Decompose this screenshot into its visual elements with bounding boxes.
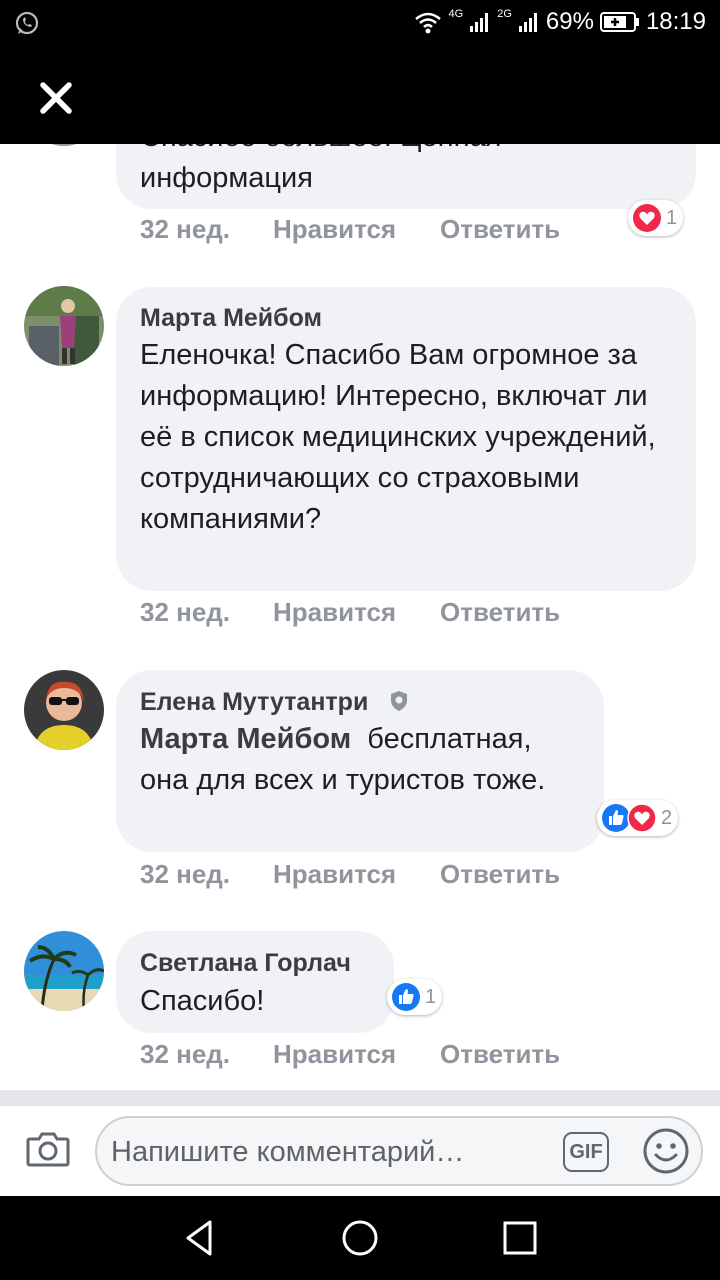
like-button[interactable]: Нравится <box>273 859 396 890</box>
gif-label: GIF <box>569 1140 603 1163</box>
clock: 18:19 <box>645 8 706 35</box>
comment-text: Спасибо! <box>140 985 265 1017</box>
reaction-summary[interactable]: 1 <box>387 979 443 1015</box>
like-button[interactable]: Нравится <box>273 1039 396 1070</box>
camera-icon[interactable] <box>26 1130 70 1168</box>
system-nav-bar <box>0 1196 720 1280</box>
back-icon[interactable] <box>182 1218 218 1258</box>
comment-input-placeholder: Напишите комментарий… <box>111 1136 465 1168</box>
network-2g-label: 2G <box>497 8 512 20</box>
avatar-photo <box>24 670 104 750</box>
reply-button[interactable]: Ответить <box>440 1039 560 1070</box>
reply-button[interactable]: Ответить <box>440 597 560 628</box>
recent-apps-icon[interactable] <box>502 1220 538 1256</box>
avatar[interactable] <box>24 144 104 146</box>
home-icon[interactable] <box>340 1218 380 1258</box>
comment-input[interactable]: Напишите комментарий… GIF <box>95 1116 703 1186</box>
reaction-summary[interactable]: 2 <box>597 800 679 836</box>
status-bar: 4G 2G 69% 18:19 <box>0 0 720 48</box>
divider <box>0 1090 720 1106</box>
comment-author[interactable]: Елена Мутутантри <box>140 688 368 717</box>
comment-time: 32 нед. <box>140 859 231 889</box>
comment-time: 32 нед. <box>140 1039 231 1069</box>
reply-button[interactable]: Ответить <box>440 859 560 890</box>
header-bar <box>0 48 720 144</box>
avatar[interactable] <box>24 931 104 1011</box>
avatar-photo <box>24 931 104 1011</box>
comment-composer: Напишите комментарий… GIF <box>0 1106 720 1196</box>
wifi-icon <box>414 12 441 34</box>
comment-text: Спасибо большое! Ценная информация <box>140 144 501 194</box>
gif-button[interactable]: GIF <box>563 1132 609 1172</box>
comment-author[interactable]: Марта Мейбом <box>140 304 322 333</box>
comment-text: Марта Мейбом бесплатная, она для всех и … <box>140 719 580 801</box>
signal-icon <box>470 13 489 32</box>
mention-link[interactable]: Марта Мейбом <box>140 723 351 755</box>
comment-text: Еленочка! Спасибо Вам огромное за информ… <box>140 339 656 535</box>
comments-feed[interactable]: Спасибо большое! Ценная информация 32 не… <box>0 144 720 1090</box>
emoji-icon[interactable] <box>642 1127 690 1175</box>
like-button[interactable]: Нравится <box>273 597 396 628</box>
close-icon[interactable] <box>36 78 76 118</box>
network-4g-label: 4G <box>448 8 464 20</box>
comment-time: 32 нед. <box>140 214 231 244</box>
reaction-count: 2 <box>661 806 673 829</box>
reaction-count: 1 <box>425 985 437 1008</box>
battery-percent: 69% <box>545 8 594 35</box>
like-button[interactable]: Нравится <box>273 214 396 245</box>
reaction-summary[interactable]: 1 <box>628 200 684 236</box>
avatar[interactable] <box>24 286 104 366</box>
avatar-photo <box>24 286 104 366</box>
battery-icon <box>599 12 639 32</box>
comment-time: 32 нед. <box>140 597 231 627</box>
signal-icon-2 <box>518 13 537 32</box>
heart-reaction-icon <box>627 803 657 833</box>
whatsapp-icon <box>15 11 39 35</box>
avatar[interactable] <box>24 670 104 750</box>
reaction-count: 1 <box>666 206 678 229</box>
like-reaction-icon <box>392 983 420 1011</box>
heart-reaction-icon <box>633 204 661 232</box>
shield-icon <box>391 691 407 711</box>
comment-author[interactable]: Светлана Горлач <box>140 949 351 978</box>
reply-button[interactable]: Ответить <box>440 214 560 245</box>
